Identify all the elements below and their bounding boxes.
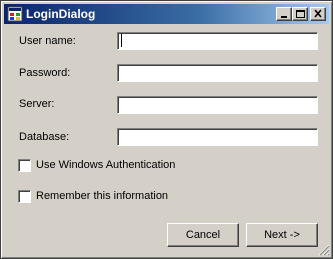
maximize-icon bbox=[296, 10, 305, 18]
next-button[interactable]: Next -> bbox=[246, 223, 318, 247]
user-name-label: User name: bbox=[19, 35, 76, 47]
password-field[interactable] bbox=[117, 64, 318, 82]
database-label: Database: bbox=[19, 131, 70, 143]
minimize-icon bbox=[281, 16, 287, 18]
resize-grip-icon[interactable] bbox=[318, 244, 330, 256]
maximize-button[interactable] bbox=[292, 7, 308, 21]
close-button[interactable] bbox=[310, 7, 326, 21]
cancel-button[interactable]: Cancel bbox=[167, 223, 239, 247]
app-window-icon[interactable] bbox=[7, 6, 23, 22]
database-field[interactable] bbox=[117, 128, 318, 146]
close-icon bbox=[314, 9, 322, 18]
remember-info-checkbox[interactable] bbox=[18, 190, 31, 203]
title-bar[interactable]: LoginDialog bbox=[4, 4, 329, 24]
minimize-button[interactable] bbox=[276, 7, 292, 21]
server-field[interactable] bbox=[117, 96, 318, 114]
window-title: LoginDialog bbox=[26, 7, 96, 21]
password-label: Password: bbox=[19, 67, 71, 79]
use-windows-auth-checkbox[interactable] bbox=[18, 159, 31, 172]
use-windows-auth-label[interactable]: Use Windows Authentication bbox=[36, 159, 175, 171]
server-label: Server: bbox=[19, 98, 55, 110]
text-caret bbox=[121, 34, 122, 47]
remember-info-label[interactable]: Remember this information bbox=[36, 190, 168, 202]
login-dialog-window: LoginDialog User name: Password: Server:… bbox=[0, 0, 333, 259]
user-name-field[interactable] bbox=[117, 32, 318, 50]
